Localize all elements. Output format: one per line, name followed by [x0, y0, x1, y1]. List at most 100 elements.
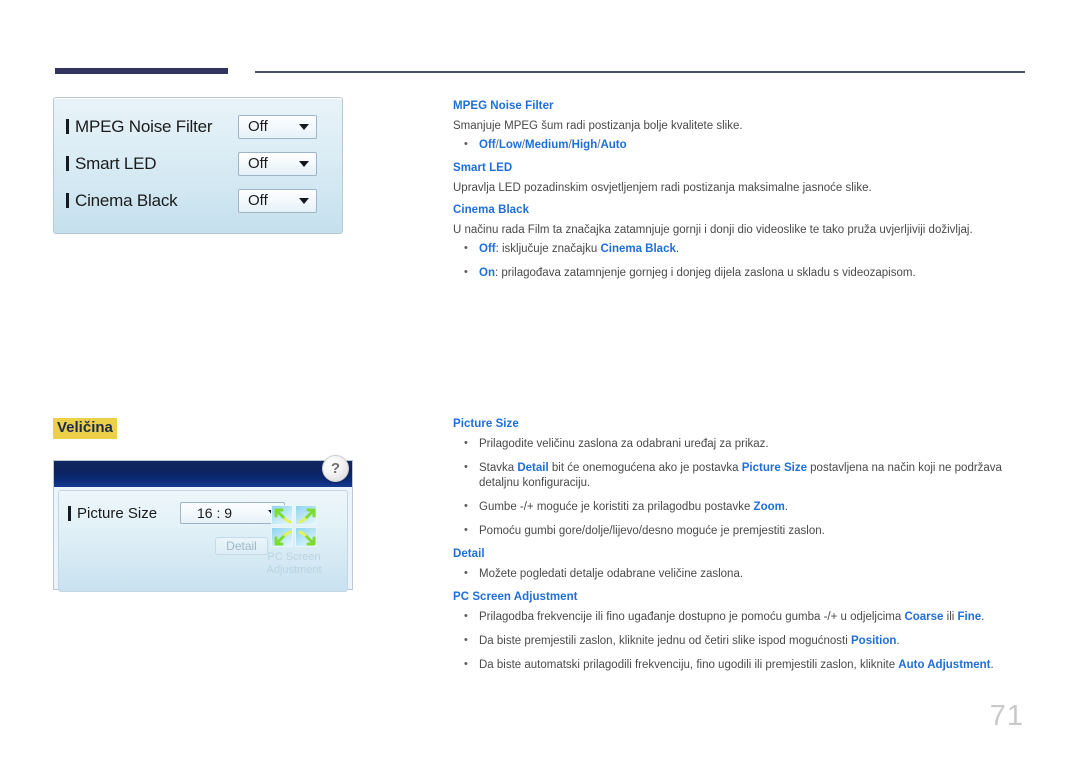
- osd-picture-size-panel: ? Picture Size 16 : 9 Detail PC Screen A…: [53, 455, 353, 592]
- bullet-text: Prilagodite veličinu zaslona za odabrani…: [479, 438, 769, 450]
- bullet-text: Prilagodba frekvencije ili fino ugađanje…: [479, 611, 905, 623]
- doc-list-mpeg-options: Off/Low/Medium/High/Auto: [453, 137, 1028, 153]
- arrow-up-right-icon: [298, 508, 316, 524]
- osd-label-text: MPEG Noise Filter: [75, 116, 213, 136]
- osd-row-smart-led: Smart LED Off: [66, 145, 330, 182]
- documentation-column-top: MPEG Noise Filter Smanjuje MPEG šum radi…: [453, 100, 1028, 290]
- bullet-text: ili: [943, 611, 958, 623]
- list-item: Pomoću gumbi gore/dolje/lijevo/desno mog…: [453, 523, 1028, 539]
- osd-row-cinema-black: Cinema Black Off: [66, 182, 330, 219]
- osd-label-cinema-black: Cinema Black: [66, 191, 238, 211]
- osd-label-picture-size: Picture Size: [68, 505, 180, 522]
- doc-list-cinema-black: Off: isključuje značajku Cinema Black. O…: [453, 241, 1028, 281]
- position-cell-bottom-right[interactable]: [295, 527, 317, 547]
- position-cell-top-left[interactable]: [271, 505, 293, 525]
- osd-dropdown-smart-led[interactable]: Off: [238, 151, 317, 176]
- bullet-text: Pomoću gumbi gore/dolje/lijevo/desno mog…: [479, 525, 825, 537]
- bullet-text-tail: .: [675, 243, 680, 255]
- bullet-text: bit će onemogućena ako je postavka: [548, 462, 742, 474]
- arrow-down-right-icon: [298, 530, 316, 546]
- header-rule-thick: [55, 68, 228, 74]
- bullet-text: Gumbe -/+ moguće je koristiti za prilago…: [479, 501, 754, 513]
- page-header-rule: [0, 0, 1080, 74]
- bullet-tick-icon: [66, 193, 69, 208]
- pc-screen-adjustment-label: PC Screen Adjustment: [266, 551, 322, 576]
- option-medium: Medium: [525, 139, 569, 151]
- osd-label-text: Cinema Black: [75, 190, 178, 210]
- osd-label-text: Picture Size: [77, 504, 158, 522]
- bullet-emphasis: Picture Size: [741, 462, 807, 474]
- osd-picture-size-body: Picture Size 16 : 9 Detail PC Screen Adj…: [58, 490, 348, 592]
- documentation-column-bottom: Picture Size Prilagodite veličinu zaslon…: [453, 418, 1028, 682]
- option-off: Off: [479, 243, 496, 255]
- bullet-emphasis: Fine: [957, 611, 982, 623]
- list-item: Prilagodba frekvencije ili fino ugađanje…: [453, 609, 1028, 625]
- osd-label-smart-led: Smart LED: [66, 154, 238, 174]
- list-item: Gumbe -/+ moguće je koristiti za prilago…: [453, 499, 1028, 515]
- bullet-text: .: [990, 659, 994, 671]
- bullet-text: Stavka: [479, 462, 518, 474]
- doc-heading-detail: Detail: [453, 548, 485, 560]
- chevron-down-icon: [299, 160, 309, 167]
- bullet-emphasis: Position: [851, 635, 897, 647]
- position-grid-icon[interactable]: [271, 505, 317, 547]
- doc-paragraph-mpeg-noise-filter: Smanjuje MPEG šum radi postizanja bolje …: [453, 120, 743, 132]
- bullet-text: .: [981, 611, 985, 623]
- doc-paragraph-smart-led: Upravlja LED pozadinskim osvjetljenjem r…: [453, 182, 872, 194]
- doc-heading-cinema-black: Cinema Black: [453, 204, 530, 216]
- arrow-up-left-icon: [274, 508, 292, 524]
- chevron-down-icon: [299, 123, 309, 130]
- list-item: Prilagodite veličinu zaslona za odabrani…: [453, 436, 1028, 452]
- osd-row-mpeg-noise-filter: MPEG Noise Filter Off: [66, 108, 330, 145]
- arrow-down-left-icon: [274, 530, 292, 546]
- header-rule-thin: [255, 71, 1025, 73]
- position-cell-top-right[interactable]: [295, 505, 317, 525]
- bullet-tick-icon: [66, 156, 69, 171]
- osd-label-text: Smart LED: [75, 153, 157, 173]
- osd-dropdown-mpeg-noise-filter[interactable]: Off: [238, 114, 317, 139]
- doc-heading-pc-screen-adjustment: PC Screen Adjustment: [453, 591, 578, 603]
- bullet-emphasis: Detail: [517, 462, 549, 474]
- bullet-text: : isključuje značajku: [495, 243, 601, 255]
- option-high: High: [571, 139, 598, 151]
- option-low: Low: [498, 139, 522, 151]
- doc-list-picture-size: Prilagodite veličinu zaslona za odabrani…: [453, 436, 1028, 539]
- osd-dropdown-value: Off: [248, 192, 268, 209]
- doc-list-detail: Možete pogledati detalje odabrane veliči…: [453, 566, 1028, 582]
- pc-screen-adjustment-control[interactable]: PC Screen Adjustment: [251, 505, 337, 577]
- doc-paragraph-cinema-black: U načinu rada Film ta značajka zatamnjuj…: [453, 224, 973, 236]
- bullet-text: Možete pogledati detalje odabrane veliči…: [479, 568, 744, 580]
- option-off: Off: [479, 139, 496, 151]
- doc-heading-picture-size: Picture Size: [453, 418, 519, 430]
- list-item: Da biste premjestili zaslon, kliknite je…: [453, 633, 1028, 649]
- bullet-text: : prilagođava zatamnjenje gornjeg i donj…: [494, 267, 916, 279]
- osd-label-mpeg-noise-filter: MPEG Noise Filter: [66, 117, 238, 137]
- bullet-emphasis: Auto Adjustment: [898, 659, 991, 671]
- doc-heading-mpeg-noise-filter: MPEG Noise Filter: [453, 100, 554, 112]
- list-item: On: prilagođava zatamnjenje gornjeg i do…: [453, 265, 1028, 281]
- osd-dropdown-cinema-black[interactable]: Off: [238, 188, 317, 213]
- bullet-tick-icon: [66, 119, 69, 134]
- list-item: Stavka Detail bit će onemogućena ako je …: [453, 460, 1028, 491]
- osd-dropdown-value: Off: [248, 155, 268, 172]
- bullet-text: .: [896, 635, 900, 647]
- position-cell-bottom-left[interactable]: [271, 527, 293, 547]
- bullet-emphasis: Zoom: [753, 501, 785, 513]
- list-item: Off/Low/Medium/High/Auto: [453, 137, 1028, 153]
- list-item: Možete pogledati detalje odabrane veliči…: [453, 566, 1028, 582]
- page-number: 71: [989, 700, 1024, 732]
- osd-dropdown-value: 16 : 9: [197, 505, 233, 521]
- osd-titlebar: ?: [54, 455, 352, 487]
- bullet-emphasis: Coarse: [904, 611, 944, 623]
- list-item: Off: isključuje značajku Cinema Black.: [453, 241, 1028, 257]
- section-heading-text: Veličina: [53, 418, 117, 439]
- osd-dropdown-value: Off: [248, 118, 268, 135]
- bullet-emphasis: Cinema Black: [600, 243, 676, 255]
- list-item: Da biste automatski prilagodili frekvenc…: [453, 657, 1028, 673]
- doc-list-pc-screen-adjustment: Prilagodba frekvencije ili fino ugađanje…: [453, 609, 1028, 673]
- option-on: On: [479, 267, 495, 279]
- help-icon[interactable]: ?: [322, 455, 349, 482]
- osd-picture-options-panel: MPEG Noise Filter Off Smart LED Off Cine…: [53, 97, 343, 234]
- bullet-text: .: [784, 501, 789, 513]
- bullet-tick-icon: [68, 505, 71, 521]
